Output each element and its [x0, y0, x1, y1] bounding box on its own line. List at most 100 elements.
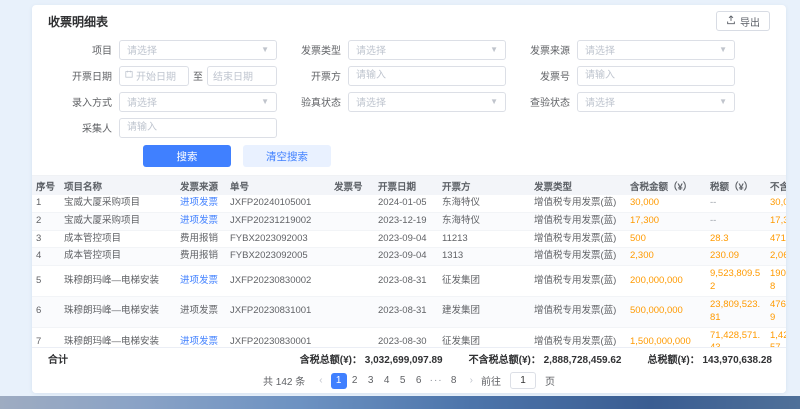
pager-page-1[interactable]: 1 — [331, 373, 347, 389]
cell-project: 成本管控项目 — [60, 230, 176, 248]
table-row[interactable]: 2宝威大厦采购项目进项发票JXFP202312190022023-12-19东海… — [32, 212, 786, 230]
cell-net: 1,428,571,428.57 — [766, 327, 786, 347]
cell-project: 成本管控项目 — [60, 248, 176, 266]
cell-order_no: JXFP20231219002 — [226, 212, 330, 230]
cell-issuer: 征发集团 — [438, 266, 530, 297]
invoice-type-select[interactable]: 请选择 ▼ — [348, 40, 506, 60]
pager-page-6[interactable]: 6 — [411, 373, 427, 389]
cell-tax: 23,809,523.81 — [706, 296, 766, 327]
column-header: 发票类型 — [530, 176, 626, 195]
invoice-no-label: 发票号 — [514, 68, 570, 83]
column-header: 不含税金额（¥） — [766, 176, 786, 195]
cell-project: 珠穆朗玛峰—电梯安装 — [60, 296, 176, 327]
project-select[interactable]: 请选择 ▼ — [119, 40, 277, 60]
chevron-down-icon: ▼ — [719, 45, 727, 54]
collector-input[interactable] — [119, 118, 277, 138]
table-row[interactable]: 7珠穆朗玛峰—电梯安装进项发票JXFP202308300012023-08-30… — [32, 327, 786, 347]
check-status-select[interactable]: 请选择 ▼ — [577, 92, 735, 112]
pagination-bar: 共 142 条 ‹ 123456···8 › 前往 页 — [32, 368, 786, 393]
clear-search-button[interactable]: 清空搜索 — [243, 145, 331, 167]
cell-amount: 200,000,000 — [626, 266, 706, 297]
pager-page-4[interactable]: 4 — [379, 373, 395, 389]
project-label: 项目 — [56, 42, 112, 57]
cell-issuer: 11213 — [438, 230, 530, 248]
table-row[interactable]: 4成本管控项目费用报销FYBX20230920052023-09-041313增… — [32, 248, 786, 266]
invoice-date-range: 开始日期 至 结束日期 — [119, 66, 277, 86]
cell-project: 宝威大厦采购项目 — [60, 195, 176, 212]
export-button[interactable]: 导出 — [716, 11, 770, 31]
cell-invoice_no — [330, 327, 374, 347]
goto-label: 前往 — [481, 373, 501, 388]
cell-no: 2 — [32, 212, 60, 230]
cell-project: 珠穆朗玛峰—电梯安装 — [60, 266, 176, 297]
collector-label: 采集人 — [56, 120, 112, 135]
table-row[interactable]: 5珠穆朗玛峰—电梯安装进项发票JXFP202308300022023-08-31… — [32, 266, 786, 297]
cell-tax: 230.09 — [706, 248, 766, 266]
chevron-down-icon: ▼ — [719, 97, 727, 106]
chevron-down-icon: ▼ — [261, 97, 269, 106]
cell-amount: 30,000 — [626, 195, 706, 212]
cell-source[interactable]: 进项发票 — [176, 327, 226, 347]
cell-invoice_no — [330, 212, 374, 230]
cell-order_no: JXFP20230830001 — [226, 327, 330, 347]
cell-type: 增值税专用发票(蓝) — [530, 296, 626, 327]
summary-row: 合计 含税总额(¥)： 3,032,699,097.89不含税总额(¥)： 2,… — [32, 347, 786, 368]
summary-item: 不含税总额(¥)： 2,888,728,459.62 — [469, 351, 622, 366]
cell-source: 费用报销 — [176, 248, 226, 266]
cell-source[interactable]: 进项发票 — [176, 212, 226, 230]
cell-order_no: FYBX2023092003 — [226, 230, 330, 248]
cell-net: 471.7 — [766, 230, 786, 248]
pager-page-3[interactable]: 3 — [363, 373, 379, 389]
cell-net: 190,476,190.48 — [766, 266, 786, 297]
cell-order_no: JXFP20240105001 — [226, 195, 330, 212]
page-title: 收票明细表 — [48, 13, 108, 30]
cell-amount: 1,500,000,000 — [626, 327, 706, 347]
cell-issuer: 1313 — [438, 248, 530, 266]
cell-issuer: 征发集团 — [438, 327, 530, 347]
column-header: 开票日期 — [374, 176, 438, 195]
cell-source[interactable]: 进项发票 — [176, 266, 226, 297]
cell-tax: -- — [706, 195, 766, 212]
chevron-down-icon: ▼ — [490, 45, 498, 54]
table-row[interactable]: 1宝威大厦采购项目进项发票JXFP202401050012024-01-05东海… — [32, 195, 786, 212]
cell-invoice_no — [330, 195, 374, 212]
cell-no: 5 — [32, 266, 60, 297]
export-icon — [726, 15, 736, 28]
cell-amount: 500 — [626, 230, 706, 248]
table-row[interactable]: 6珠穆朗玛峰—电梯安装进项发票JXFP202308310012023-08-31… — [32, 296, 786, 327]
select-placeholder: 请选择 — [356, 94, 386, 109]
cell-tax: 28.3 — [706, 230, 766, 248]
table-row[interactable]: 3成本管控项目费用报销FYBX20230920032023-09-0411213… — [32, 230, 786, 248]
cell-order_no: JXFP20230830002 — [226, 266, 330, 297]
cell-tax: -- — [706, 212, 766, 230]
cell-source[interactable]: 进项发票 — [176, 195, 226, 212]
column-header: 开票方 — [438, 176, 530, 195]
search-button[interactable]: 搜索 — [143, 145, 231, 167]
pager-ellipsis[interactable]: ··· — [427, 373, 446, 389]
select-placeholder: 请选择 — [585, 94, 615, 109]
cell-type: 增值税专用发票(蓝) — [530, 327, 626, 347]
pager-page-5[interactable]: 5 — [395, 373, 411, 389]
invoice-type-label: 发票类型 — [285, 42, 341, 57]
summary-item: 总税额(¥)： 143,970,638.28 — [647, 351, 772, 366]
invoice-source-select[interactable]: 请选择 ▼ — [577, 40, 735, 60]
goto-page-input[interactable] — [510, 372, 536, 389]
total-count: 共 142 条 — [263, 373, 305, 388]
cell-date: 2023-12-19 — [374, 212, 438, 230]
select-placeholder: 请选择 — [585, 42, 615, 57]
start-date-input[interactable]: 开始日期 — [119, 66, 189, 86]
pager-page-2[interactable]: 2 — [347, 373, 363, 389]
verify-status-select[interactable]: 请选择 ▼ — [348, 92, 506, 112]
column-header: 序号 — [32, 176, 60, 195]
end-date-placeholder: 结束日期 — [213, 68, 253, 83]
next-page-button[interactable]: › — [467, 375, 476, 386]
end-date-input[interactable]: 结束日期 — [207, 66, 277, 86]
invoice-no-input[interactable] — [577, 66, 735, 86]
cell-net: 30,000 — [766, 195, 786, 212]
issuer-input[interactable] — [348, 66, 506, 86]
cell-amount: 2,300 — [626, 248, 706, 266]
prev-page-button[interactable]: ‹ — [316, 375, 325, 386]
pager-page-8[interactable]: 8 — [446, 373, 462, 389]
entry-method-select[interactable]: 请选择 ▼ — [119, 92, 277, 112]
card-header: 收票明细表 导出 — [32, 5, 786, 33]
